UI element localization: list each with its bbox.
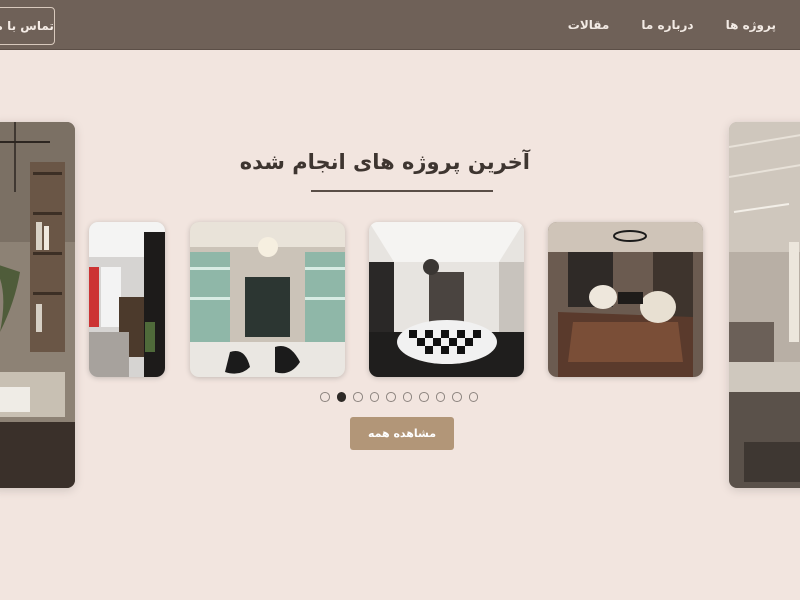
carousel-pagination — [320, 391, 478, 403]
project-card-lobby[interactable] — [369, 222, 524, 377]
carousel-dot[interactable] — [402, 392, 412, 402]
side-project-image-left[interactable] — [0, 122, 75, 488]
section-title: آخرین پروژه های انجام شده — [239, 150, 530, 174]
contact-us-button[interactable]: تماس با ما — [0, 7, 55, 45]
lounge-interior-image — [548, 222, 703, 377]
nav-about[interactable]: درباره ما — [641, 18, 693, 32]
carousel-dot[interactable] — [369, 392, 379, 402]
office-lobby-image — [89, 222, 165, 377]
top-navbar: تماس با ما پروژه ها درباره ما مقالات — [0, 0, 800, 50]
carousel-dot-active[interactable] — [336, 392, 346, 402]
carousel-dot[interactable] — [468, 392, 478, 402]
carousel-dot[interactable] — [320, 392, 330, 402]
carousel-dot[interactable] — [386, 392, 396, 402]
office-image — [729, 122, 800, 488]
living-room-image — [0, 122, 75, 488]
carousel-dot[interactable] — [452, 392, 462, 402]
project-card-store[interactable] — [190, 222, 345, 377]
main-nav: پروژه ها درباره ما مقالات — [568, 0, 776, 50]
side-project-image-right[interactable] — [729, 122, 800, 488]
shop-interior-image — [190, 222, 345, 377]
title-underline — [311, 190, 493, 192]
carousel-dot[interactable] — [353, 392, 363, 402]
nav-articles[interactable]: مقالات — [568, 18, 610, 32]
view-all-button[interactable]: مشاهده همه — [350, 417, 454, 450]
project-card-partial[interactable] — [89, 222, 165, 377]
carousel-dot[interactable] — [435, 392, 445, 402]
nav-projects[interactable]: پروژه ها — [726, 18, 776, 32]
project-card-lounge[interactable] — [548, 222, 703, 377]
carousel-dot[interactable] — [419, 392, 429, 402]
checkered-lobby-image — [369, 222, 524, 377]
